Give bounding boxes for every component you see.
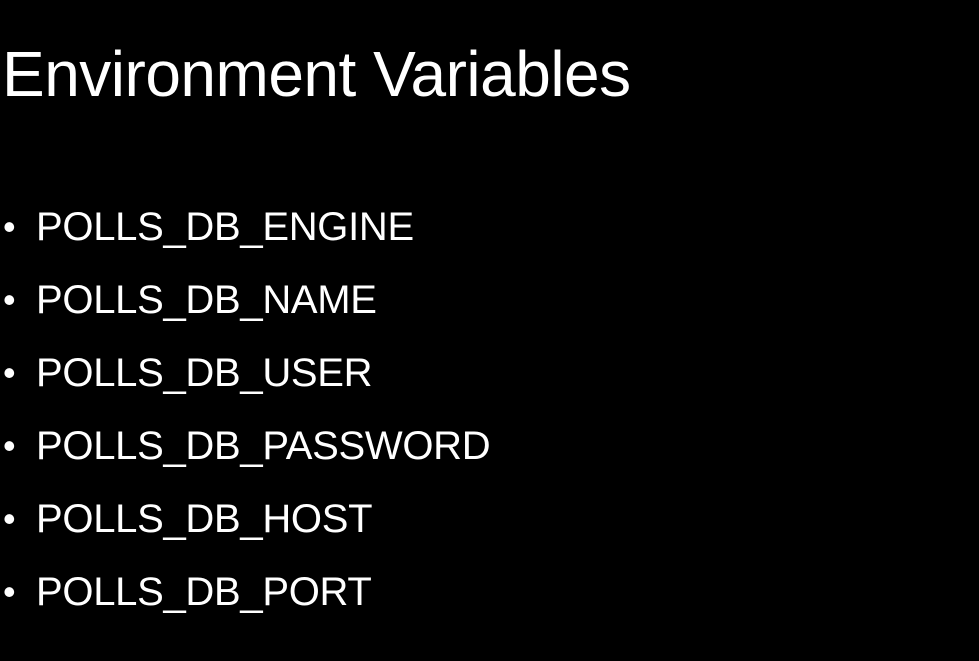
slide-title: Environment Variables: [2, 38, 631, 110]
bullet-icon: •: [3, 205, 16, 247]
bullet-icon: •: [3, 351, 16, 393]
bullet-label: POLLS_DB_HOST: [36, 496, 373, 541]
bullet-item-password: • POLLS_DB_PASSWORD: [0, 409, 491, 482]
bullet-label: POLLS_DB_USER: [36, 350, 373, 395]
bullet-item-user: • POLLS_DB_USER: [0, 336, 490, 409]
bullet-icon: •: [3, 497, 16, 539]
bullet-list: • POLLS_DB_ENGINE • POLLS_DB_NAME • POLL…: [0, 190, 491, 628]
bullet-item-engine: • POLLS_DB_ENGINE: [0, 190, 490, 263]
presentation-slide: Environment Variables • POLLS_DB_ENGINE …: [0, 0, 979, 661]
bullet-item-host: • POLLS_DB_HOST: [0, 482, 490, 555]
bullet-item-port: • POLLS_DB_PORT: [0, 555, 490, 628]
bullet-label: POLLS_DB_PORT: [36, 569, 372, 614]
bullet-label: POLLS_DB_PASSWORD: [36, 423, 491, 468]
bullet-label: POLLS_DB_NAME: [36, 277, 377, 322]
bullet-icon: •: [3, 278, 16, 320]
bullet-icon: •: [3, 424, 16, 466]
bullet-item-name: • POLLS_DB_NAME: [0, 263, 490, 336]
bullet-label: POLLS_DB_ENGINE: [36, 204, 414, 249]
bullet-icon: •: [3, 570, 16, 612]
